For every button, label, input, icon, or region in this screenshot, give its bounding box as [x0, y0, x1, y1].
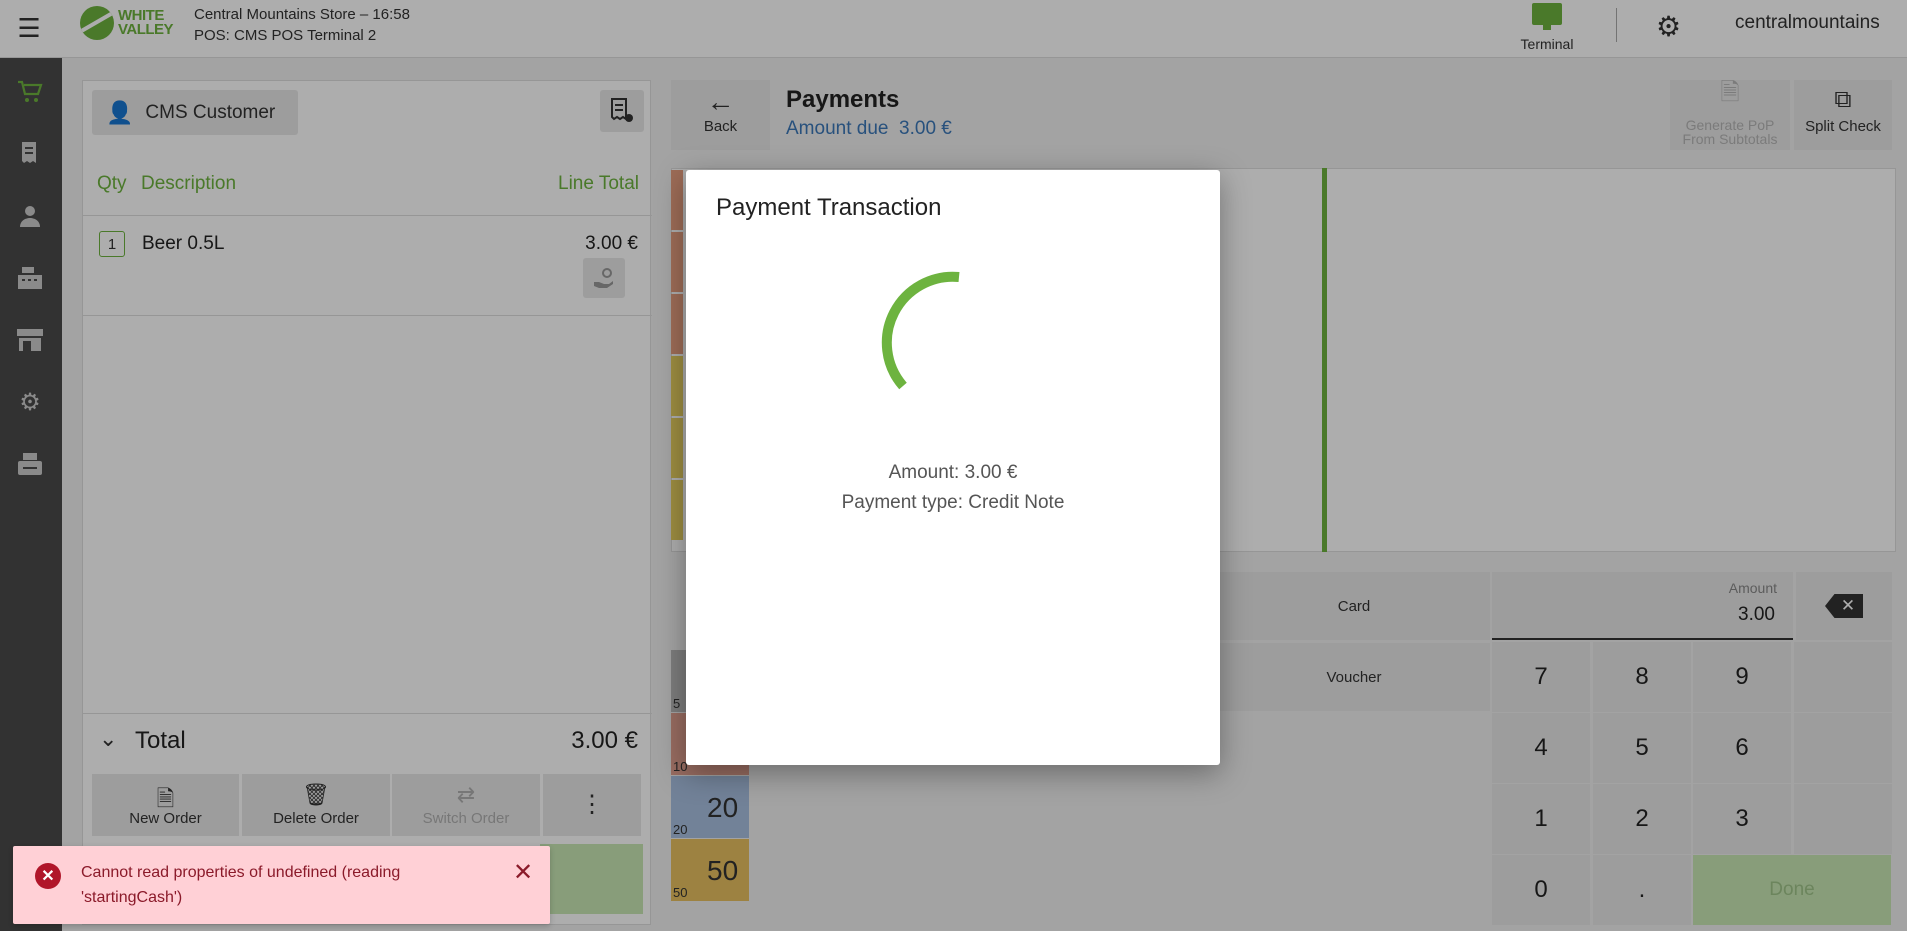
dialog-title: Payment Transaction [716, 194, 942, 221]
error-toast: ✕ Cannot read properties of undefined (r… [13, 846, 550, 924]
error-icon: ✕ [35, 863, 61, 889]
loading-spinner-icon [881, 271, 960, 390]
payment-transaction-dialog: Payment Transaction Amount: 3.00 € Payme… [686, 170, 1220, 765]
close-icon[interactable]: ✕ [513, 858, 533, 887]
dialog-amount: Amount: 3.00 € [888, 462, 1018, 483]
error-message: Cannot read properties of undefined (rea… [81, 864, 401, 906]
dialog-payment-type: Payment type: Credit Note [841, 492, 1065, 513]
